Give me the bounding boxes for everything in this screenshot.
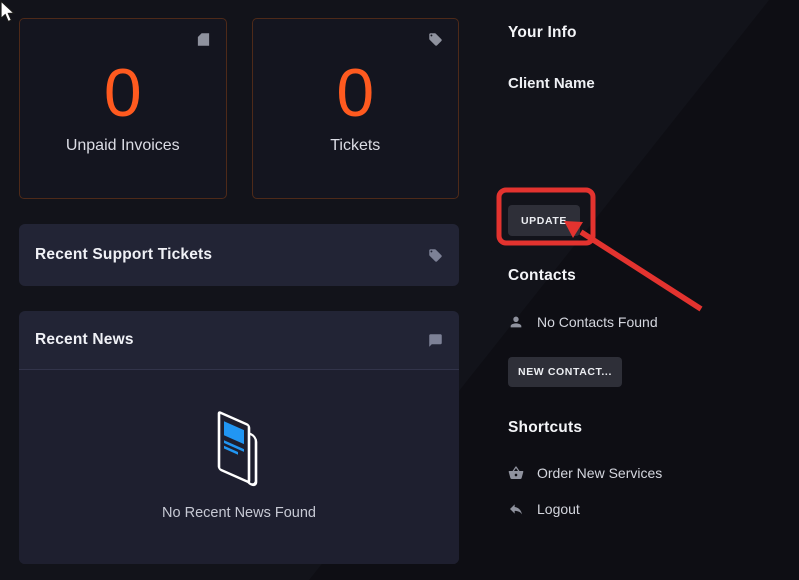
recent-news-body: No Recent News Found [19, 370, 459, 564]
main-column: 0 Unpaid Invoices 0 Tickets Recent Suppo… [19, 18, 459, 564]
newspaper-illustration [207, 406, 271, 495]
stat-cards-row: 0 Unpaid Invoices 0 Tickets [19, 18, 459, 199]
mouse-cursor [0, 0, 20, 24]
order-new-services-label: Order New Services [537, 465, 662, 481]
shortcuts-heading: Shortcuts [508, 419, 790, 437]
logout-link[interactable]: Logout [508, 501, 790, 517]
order-new-services-link[interactable]: Order New Services [508, 465, 790, 481]
recent-support-tickets-header: Recent Support Tickets [19, 224, 459, 286]
tickets-label: Tickets [253, 137, 459, 155]
logout-label: Logout [537, 501, 580, 517]
new-contact-button[interactable]: NEW CONTACT... [508, 357, 622, 387]
recent-news-header: Recent News [19, 311, 459, 370]
tickets-card[interactable]: 0 Tickets [252, 18, 460, 199]
recent-support-tickets-panel: Recent Support Tickets [19, 224, 459, 286]
basket-icon [508, 465, 524, 481]
no-contacts-text: No Contacts Found [537, 314, 658, 330]
recent-news-panel: Recent News [19, 311, 459, 564]
tag-icon [428, 248, 443, 263]
update-button[interactable]: UPDATE [508, 205, 580, 236]
tag-icon [428, 32, 443, 47]
contacts-heading: Contacts [508, 267, 790, 285]
file-icon [196, 32, 211, 47]
no-contacts-row: No Contacts Found [508, 314, 790, 330]
person-icon [508, 314, 524, 330]
recent-news-title: Recent News [35, 331, 134, 349]
sidebar: Your Info Client Name UPDATE Contacts No… [508, 24, 790, 517]
your-info-heading: Your Info [508, 24, 790, 42]
recent-support-tickets-title: Recent Support Tickets [35, 246, 212, 264]
no-news-text: No Recent News Found [162, 505, 316, 521]
reply-icon [508, 501, 524, 517]
unpaid-invoices-label: Unpaid Invoices [20, 137, 226, 155]
unpaid-invoices-card[interactable]: 0 Unpaid Invoices [19, 18, 227, 199]
client-name: Client Name [508, 75, 790, 92]
chat-icon [428, 333, 443, 348]
